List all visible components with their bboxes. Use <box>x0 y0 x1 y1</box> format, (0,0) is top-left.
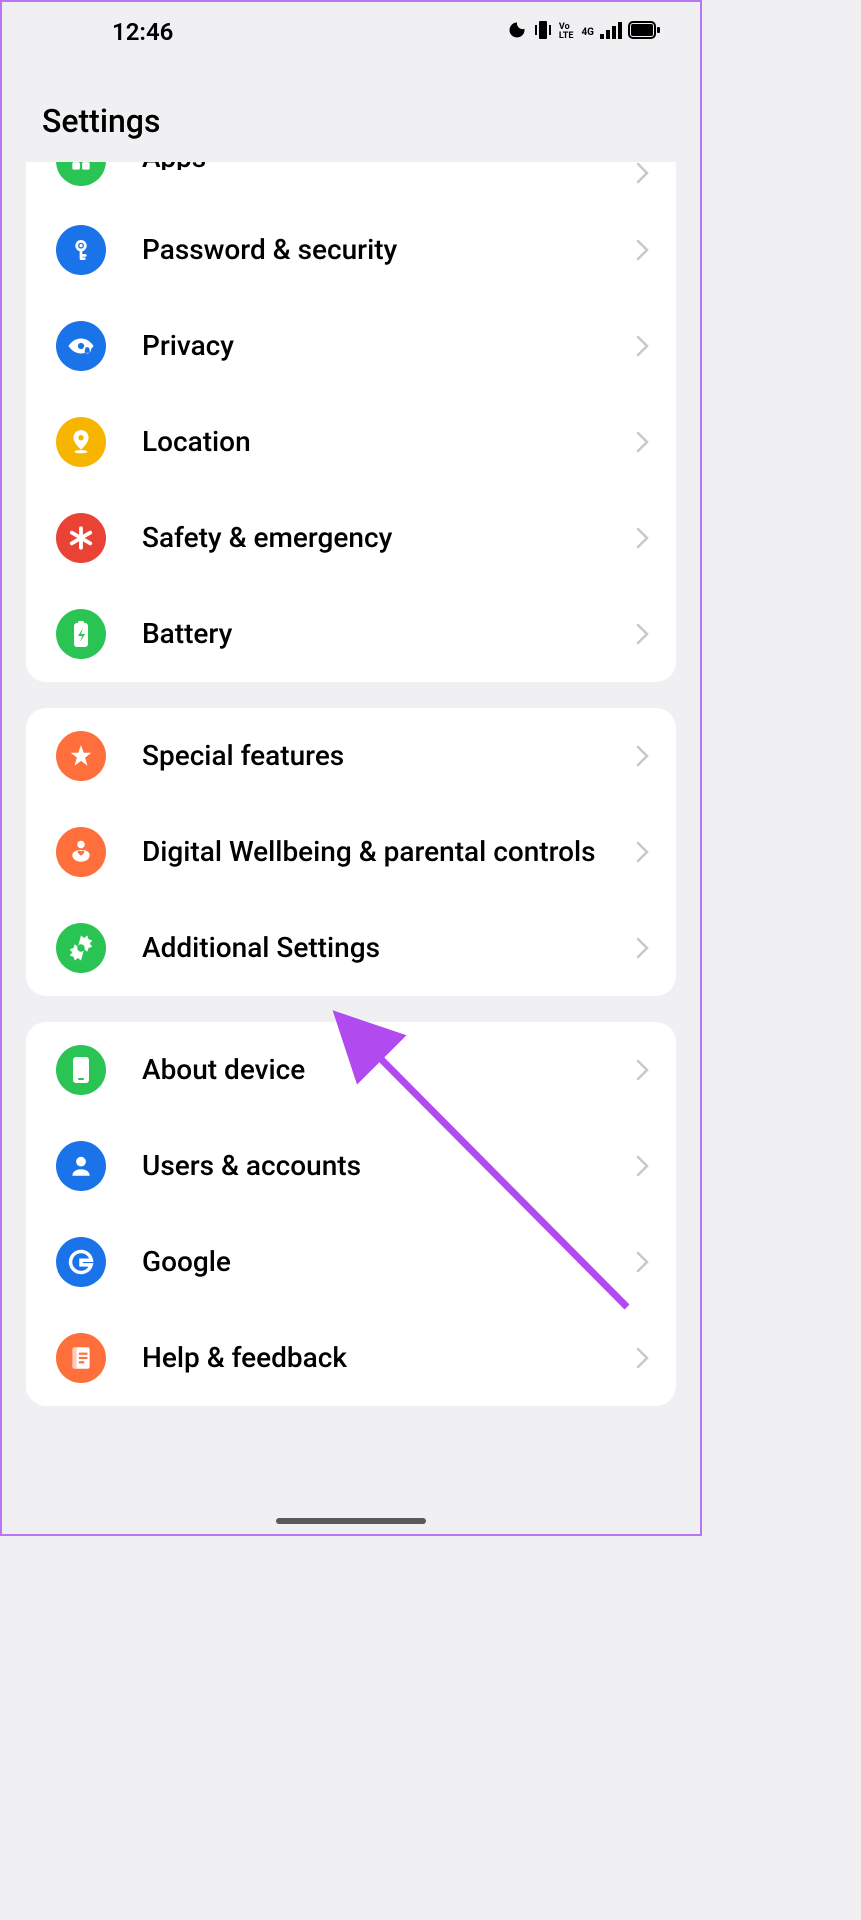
key-icon <box>56 225 106 275</box>
chevron-right-icon <box>636 335 650 357</box>
heart-icon <box>56 827 106 877</box>
eye-icon <box>56 321 106 371</box>
settings-item-digital-wellbeing[interactable]: Digital Wellbeing & parental controls <box>26 804 676 900</box>
chevron-right-icon <box>636 1251 650 1273</box>
star-icon <box>56 731 106 781</box>
settings-item-label: Help & feedback <box>142 1340 636 1376</box>
gear-icon <box>56 923 106 973</box>
settings-group: Special features Digital Wellbeing & par… <box>26 708 676 996</box>
settings-item-label: Google <box>142 1244 636 1280</box>
settings-item-about-device[interactable]: About device <box>26 1022 676 1118</box>
page-header: Settings <box>2 62 700 164</box>
settings-item-privacy[interactable]: Privacy <box>26 298 676 394</box>
settings-item-label: Location <box>142 424 636 460</box>
settings-item-label: About device <box>142 1052 636 1088</box>
settings-item-location[interactable]: Location <box>26 394 676 490</box>
location-icon <box>56 417 106 467</box>
chevron-right-icon <box>636 1155 650 1177</box>
settings-group: About device Users & accounts Google <box>26 1022 676 1406</box>
book-icon <box>56 1333 106 1383</box>
asterisk-icon <box>56 513 106 563</box>
status-time: 12:46 <box>112 18 173 46</box>
chevron-right-icon <box>636 841 650 863</box>
page-title: Settings <box>42 102 700 140</box>
dnd-moon-icon <box>507 20 527 44</box>
chevron-right-icon <box>636 527 650 549</box>
chevron-right-icon <box>636 239 650 261</box>
settings-item-additional-settings[interactable]: Additional Settings <box>26 900 676 996</box>
settings-item-label: Users & accounts <box>142 1148 636 1184</box>
network-4g-icon: 4G <box>581 27 594 38</box>
battery-icon <box>56 609 106 659</box>
settings-item-users-accounts[interactable]: Users & accounts <box>26 1118 676 1214</box>
settings-list: Apps Password & security Privacy <box>2 162 700 1406</box>
chevron-right-icon <box>636 431 650 453</box>
settings-item-safety-emergency[interactable]: Safety & emergency <box>26 490 676 586</box>
settings-item-password-security[interactable]: Password & security <box>26 202 676 298</box>
vibrate-icon <box>533 19 553 45</box>
status-bar: 12:46 VoLTE 4G <box>2 2 700 62</box>
chevron-right-icon <box>636 623 650 645</box>
battery-status-icon <box>628 21 660 43</box>
settings-item-label: Safety & emergency <box>142 520 636 556</box>
chevron-right-icon <box>636 745 650 767</box>
phone-icon <box>56 1045 106 1095</box>
chevron-right-icon <box>636 162 650 184</box>
chevron-right-icon <box>636 1347 650 1369</box>
settings-item-special-features[interactable]: Special features <box>26 708 676 804</box>
settings-item-battery[interactable]: Battery <box>26 586 676 682</box>
settings-item-label: Battery <box>142 616 636 652</box>
apps-icon <box>56 162 106 186</box>
chevron-right-icon <box>636 1059 650 1081</box>
settings-item-label: Special features <box>142 738 636 774</box>
settings-item-label: Digital Wellbeing & parental controls <box>142 834 636 870</box>
user-icon <box>56 1141 106 1191</box>
status-icons: VoLTE 4G <box>507 19 660 45</box>
settings-item-help-feedback[interactable]: Help & feedback <box>26 1310 676 1406</box>
settings-item-label: Password & security <box>142 232 636 268</box>
google-icon <box>56 1237 106 1287</box>
signal-icon <box>600 21 622 43</box>
settings-item-apps[interactable]: Apps <box>26 162 676 202</box>
settings-item-label: Apps <box>142 162 636 170</box>
chevron-right-icon <box>636 937 650 959</box>
settings-group: Apps Password & security Privacy <box>26 162 676 682</box>
settings-item-label: Privacy <box>142 328 636 364</box>
home-indicator[interactable] <box>276 1518 426 1524</box>
settings-item-label: Additional Settings <box>142 930 636 966</box>
volte-icon: VoLTE <box>559 23 574 41</box>
settings-item-google[interactable]: Google <box>26 1214 676 1310</box>
